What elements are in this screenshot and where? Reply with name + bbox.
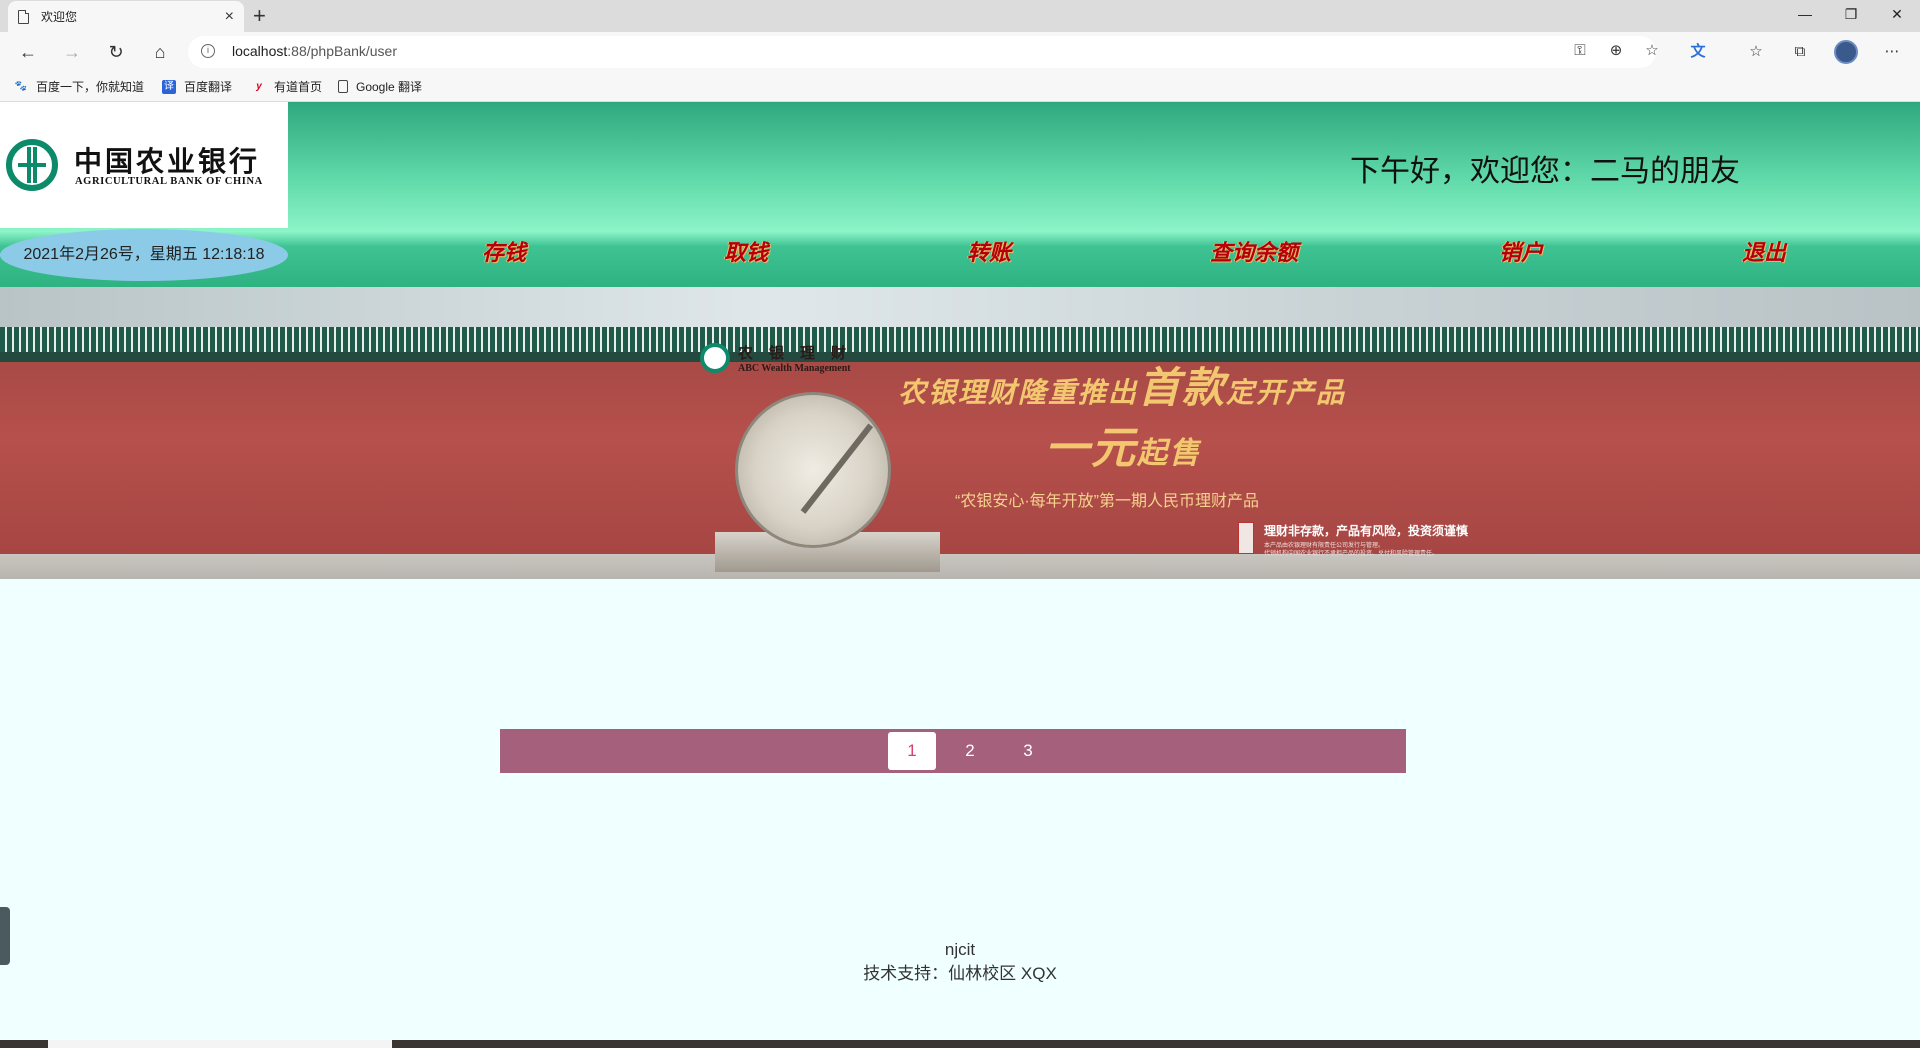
youdao-icon: y [256,80,262,92]
sundial-image [735,392,891,548]
nav-deposit[interactable]: 存钱 [482,235,526,267]
address-toolbar: ← → ↻ ⌂ i localhost:88/phpBank/user ⚿ ⊕ … [0,32,1920,72]
browser-tab-strip: 欢迎您 × + — ❐ ✕ [0,0,1920,32]
favorites-icon[interactable]: ☆ [1742,38,1770,66]
forward-icon[interactable]: → [58,38,86,66]
promo-banner [0,287,1920,579]
page-link-3[interactable]: 3 [1004,732,1052,770]
abc-emblem-icon [6,139,58,191]
seal-icon [1238,522,1254,554]
window-controls: — ❐ ✕ [1782,0,1920,30]
key-icon[interactable]: ⚿ [1566,37,1594,65]
bookmark-label: Google 翻译 [356,80,423,94]
back-icon[interactable]: ← [14,38,42,66]
roof-tiles [0,327,1920,352]
bookmark-label: 有道首页 [274,80,323,94]
minimize-icon[interactable]: — [1782,0,1828,30]
pagination: 1 2 3 [500,729,1406,773]
bookmark-baidu-translate[interactable]: 译 百度翻译 [162,78,232,95]
baidu-paw-icon: 🐾 [14,80,28,92]
bookmark-label: 百度翻译 [184,80,233,94]
baidu-translate-icon: 译 [162,79,176,94]
nav-logout[interactable]: 退出 [1742,235,1786,267]
page-icon [338,80,348,93]
more-menu-icon[interactable]: ⋯ [1878,38,1906,66]
nav-transfer[interactable]: 转账 [967,235,1011,267]
address-bar[interactable]: i localhost:88/phpBank/user ⚿ ⊕ ☆ [188,36,1659,68]
nav-close-account[interactable]: 销户 [1499,235,1543,267]
footer-line-2: 技术支持：仙林校区 XQX [863,964,1057,983]
bookmark-youdao[interactable]: y 有道首页 [252,78,322,95]
logo-cn: 中国农业银行 [74,145,261,178]
site-header: 中国农业银行 AGRICULTURAL BANK OF CHINA 下午好，欢迎… [0,102,1920,287]
nav-balance[interactable]: 查询余额 [1210,235,1298,267]
profile-avatar[interactable] [1834,40,1858,64]
abc-emblem-icon [700,343,730,373]
footer-line-1: njcit [944,940,976,959]
new-tab-button[interactable]: + [253,3,266,29]
banner-headline: 农银理财隆重推出首款定开产品 [898,363,1347,412]
page-link-2[interactable]: 2 [946,732,994,770]
add-favorite-icon[interactable]: ☆ [1638,37,1666,65]
banner-subtitle: “农银安心·每年开放”第一期人民币理财产品 [955,493,1259,510]
url-text[interactable]: localhost:88/phpBank/user [232,43,397,59]
site-info-icon[interactable]: i [201,44,215,58]
browser-tab[interactable]: 欢迎您 × [8,1,244,32]
banner-brand: 农银理财 ABC Wealth Management [700,342,862,374]
current-datetime: 2021年2月26号，星期五 12:18:18 [0,229,288,281]
web-page: 中国农业银行 AGRICULTURAL BANK OF CHINA 下午好，欢迎… [0,102,1920,1048]
close-window-icon[interactable]: ✕ [1874,0,1920,30]
page-link-1[interactable]: 1 [888,732,936,770]
home-icon[interactable]: ⌂ [146,38,174,66]
translate-icon[interactable]: 文 [1684,38,1712,66]
zoom-icon[interactable]: ⊕ [1602,37,1630,65]
bookmark-label: 百度一下，你就知道 [36,80,145,94]
banner-headline-2: 一元起售 [1045,423,1201,474]
nav-withdraw[interactable]: 取钱 [724,235,768,267]
logo-en: AGRICULTURAL BANK OF CHINA [75,176,263,187]
banner-brand-cn: 农银理财 [738,344,863,362]
bookmark-baidu[interactable]: 🐾 百度一下，你就知道 [14,78,144,95]
restore-icon[interactable]: ❐ [1828,0,1874,30]
banner-brand-en: ABC Wealth Management [738,363,851,374]
collections-icon[interactable]: ⧉ [1786,38,1814,66]
reload-icon[interactable]: ↻ [102,38,130,66]
tab-title: 欢迎您 [41,10,78,24]
site-footer: njcit 技术支持：仙林校区 XQX [0,938,1920,986]
bank-logo: 中国农业银行 AGRICULTURAL BANK OF CHINA [0,102,288,228]
taskbar-edge [0,1040,1920,1048]
bookmark-google-translate[interactable]: Google 翻译 [338,78,422,95]
page-icon [18,9,29,24]
bookmarks-bar: 🐾 百度一下，你就知道 译 百度翻译 y 有道首页 Google 翻译 [0,72,1920,102]
tab-close-icon[interactable]: × [225,8,234,26]
welcome-message: 下午好，欢迎您：二马的朋友 [1350,155,1740,188]
